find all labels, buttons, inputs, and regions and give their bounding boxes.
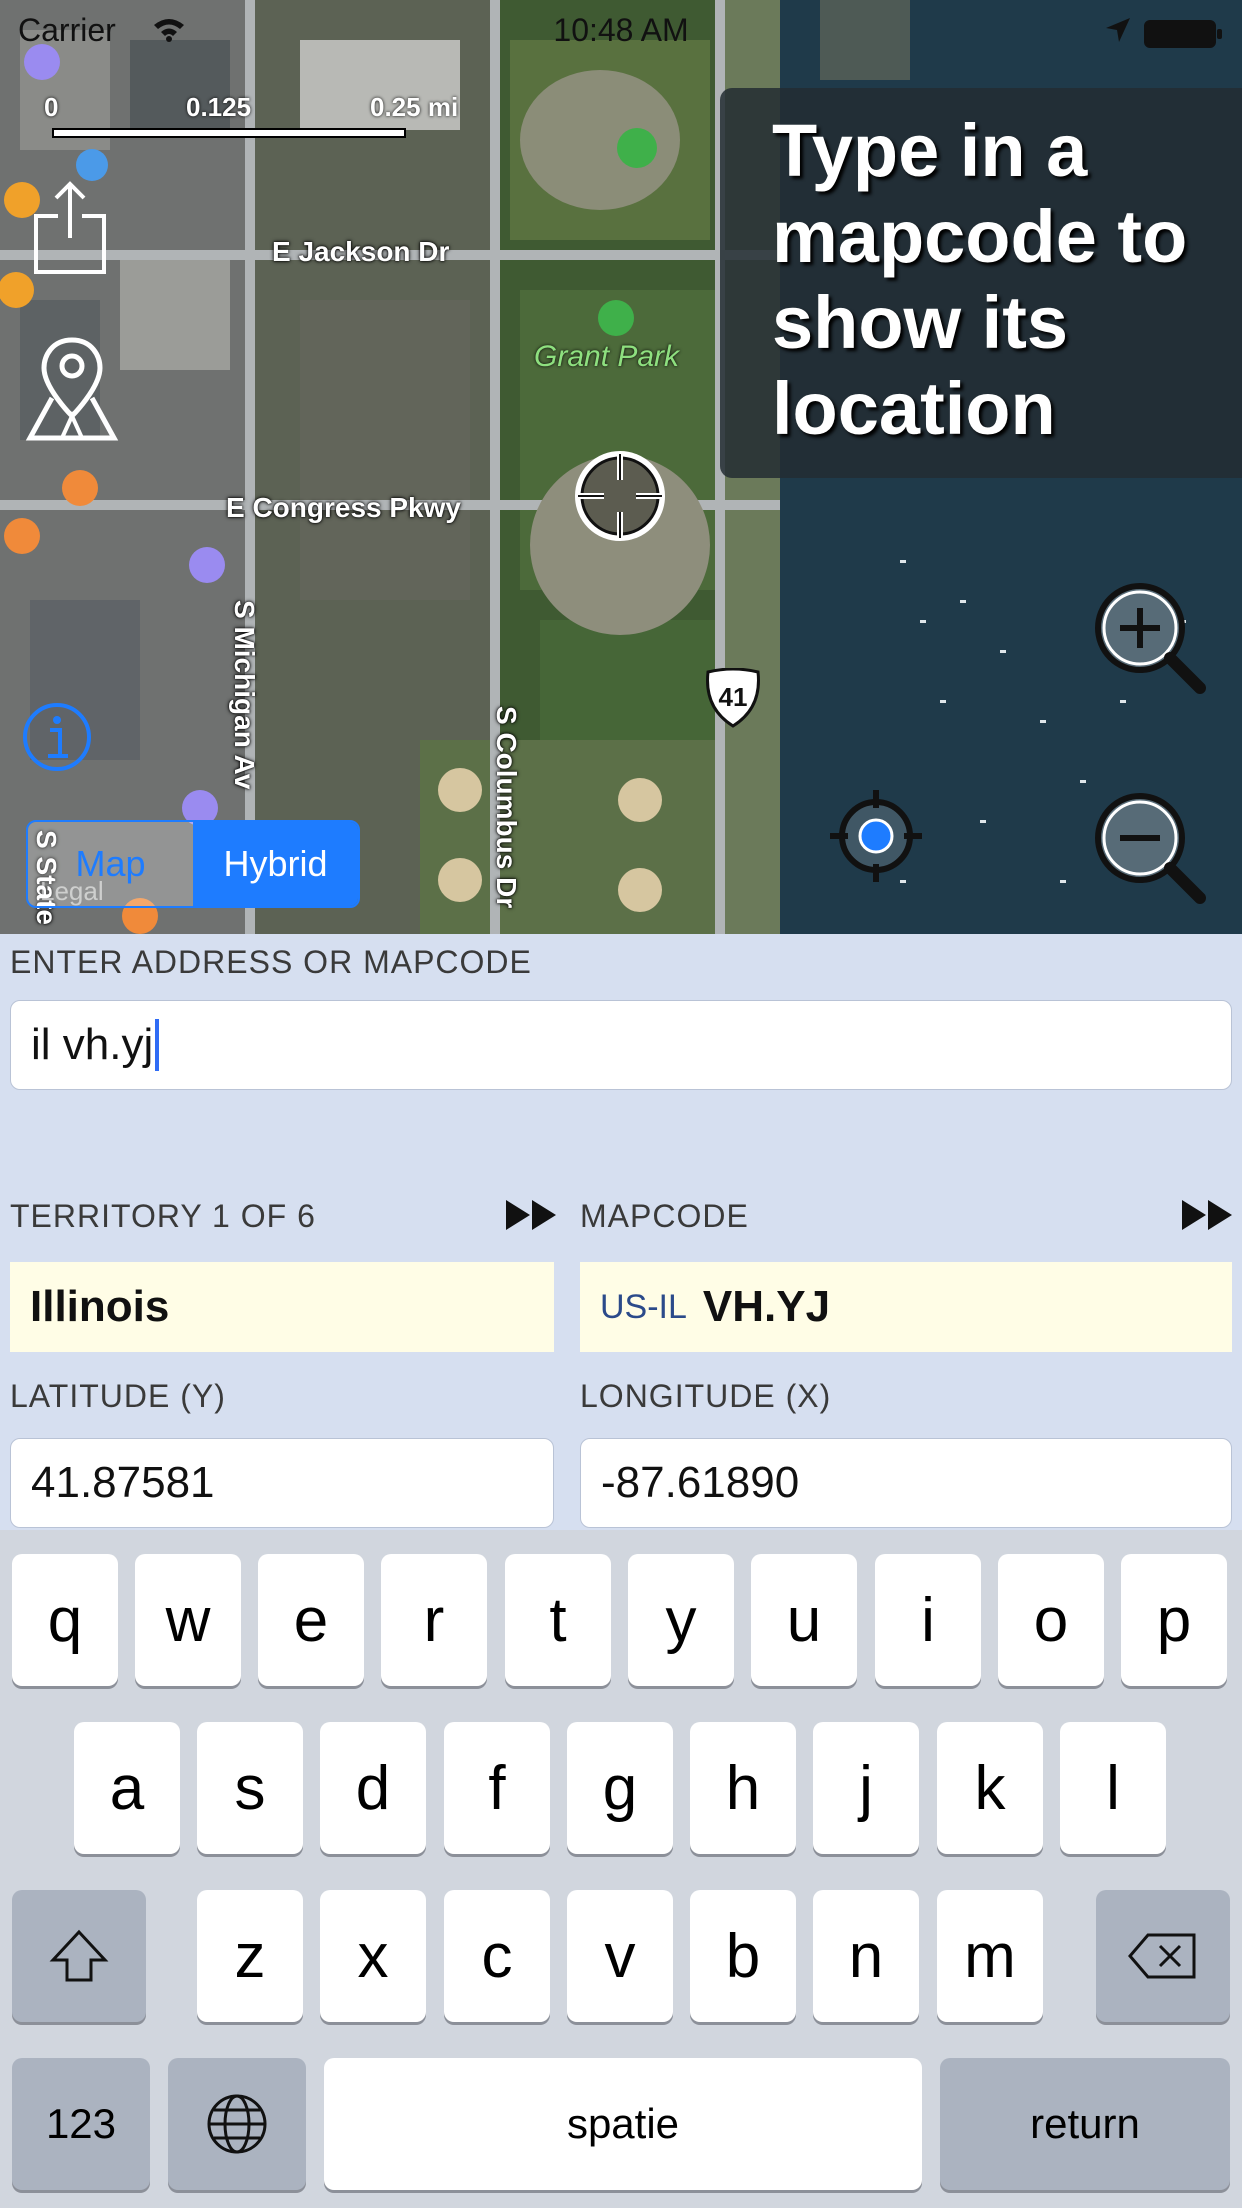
key-n[interactable]: n — [813, 1890, 919, 2022]
key-t[interactable]: t — [505, 1554, 611, 1686]
return-key[interactable]: return — [940, 2058, 1230, 2190]
street-label-jackson: E Jackson Dr — [272, 236, 450, 267]
key-b[interactable]: b — [690, 1890, 796, 2022]
scale-end: 0.25 mi — [370, 92, 459, 122]
globe-key[interactable] — [168, 2058, 306, 2190]
key-e[interactable]: e — [258, 1554, 364, 1686]
key-r[interactable]: r — [381, 1554, 487, 1686]
key-s[interactable]: s — [197, 1722, 303, 1854]
key-w[interactable]: w — [135, 1554, 241, 1686]
mapcode-form: ENTER ADDRESS OR MAPCODE il vh.yj TERRIT… — [0, 934, 1242, 1534]
highway-shield: 41 — [704, 668, 762, 728]
latitude-value: 41.87581 — [31, 1458, 215, 1507]
globe-icon — [207, 2094, 267, 2154]
zoom-in-icon[interactable] — [1088, 576, 1208, 696]
map-view[interactable]: Carrier 10:48 AM 0 0.125 0.25 mi E Jacks… — [0, 0, 1242, 934]
street-label-columbus: S Columbus Dr — [491, 706, 522, 909]
scale-start: 0 — [44, 92, 59, 122]
latitude-label: LATITUDE (Y) — [10, 1378, 226, 1414]
longitude-value: -87.61890 — [601, 1458, 800, 1507]
key-u[interactable]: u — [751, 1554, 857, 1686]
address-label: ENTER ADDRESS OR MAPCODE — [10, 944, 532, 980]
key-m[interactable]: m — [937, 1890, 1043, 2022]
numbers-key[interactable]: 123 — [12, 2058, 150, 2190]
key-z[interactable]: z — [197, 1890, 303, 2022]
key-a[interactable]: a — [74, 1722, 180, 1854]
next-territory-icon[interactable] — [504, 1198, 558, 1232]
backspace-key[interactable] — [1096, 1890, 1230, 2022]
key-h[interactable]: h — [690, 1722, 796, 1854]
shift-icon — [49, 1929, 109, 1982]
key-j[interactable]: j — [813, 1722, 919, 1854]
street-label-michigan: S Michigan Av — [229, 600, 260, 790]
key-f[interactable]: f — [444, 1722, 550, 1854]
battery-icon — [1144, 20, 1222, 48]
map-type-segmented-control[interactable]: Map Hybrid — [26, 820, 360, 908]
territory-label: TERRITORY 1 OF 6 — [10, 1198, 316, 1234]
shift-key[interactable] — [12, 1890, 146, 2022]
next-mapcode-icon[interactable] — [1180, 1198, 1234, 1232]
keyboard: q w e r t y u i o p a s d f g h j k l z … — [0, 1530, 1242, 2208]
park-label: Grant Park — [534, 340, 680, 373]
location-arrow-icon — [1106, 18, 1130, 42]
text-caret — [155, 1019, 160, 1071]
key-l[interactable]: l — [1060, 1722, 1166, 1854]
map-type-map[interactable]: Map — [28, 822, 193, 906]
mapcode-label: MAPCODE — [580, 1198, 749, 1234]
space-key[interactable]: spatie — [324, 2058, 922, 2190]
map-pin-icon[interactable] — [22, 334, 122, 444]
address-input-value: il vh.yj — [31, 1020, 154, 1069]
scale-mid: 0.125 — [186, 92, 252, 122]
key-y[interactable]: y — [628, 1554, 734, 1686]
backspace-icon — [1128, 1933, 1196, 1979]
territory-field[interactable]: Illinois — [10, 1262, 554, 1352]
crosshair-icon — [575, 451, 665, 541]
scale-bar — [52, 128, 406, 138]
key-q[interactable]: q — [12, 1554, 118, 1686]
mapcode-prefix: US-IL — [600, 1287, 687, 1326]
street-label-congress: E Congress Pkwy — [226, 492, 461, 523]
hint-text: Type in a mapcode to show its location — [772, 109, 1188, 450]
status-bar: Carrier 10:48 AM — [0, 8, 1242, 52]
key-i[interactable]: i — [875, 1554, 981, 1686]
zoom-out-icon[interactable] — [1088, 786, 1208, 906]
hint-overlay: Type in a mapcode to show its location — [720, 88, 1242, 478]
key-x[interactable]: x — [320, 1890, 426, 2022]
address-input[interactable]: il vh.yj — [10, 1000, 1232, 1090]
highway-number: 41 — [718, 682, 748, 712]
latitude-input[interactable]: 41.87581 — [10, 1438, 554, 1528]
share-icon[interactable] — [30, 176, 110, 276]
key-p[interactable]: p — [1121, 1554, 1227, 1686]
key-c[interactable]: c — [444, 1890, 550, 2022]
map-type-hybrid[interactable]: Hybrid — [193, 822, 358, 906]
clock: 10:48 AM — [553, 12, 689, 48]
key-k[interactable]: k — [937, 1722, 1043, 1854]
info-icon[interactable] — [20, 700, 94, 774]
mapcode-value: VH.YJ — [702, 1282, 831, 1331]
longitude-input[interactable]: -87.61890 — [580, 1438, 1232, 1528]
longitude-label: LONGITUDE (X) — [580, 1378, 832, 1414]
key-v[interactable]: v — [567, 1890, 673, 2022]
key-d[interactable]: d — [320, 1722, 426, 1854]
key-g[interactable]: g — [567, 1722, 673, 1854]
key-o[interactable]: o — [998, 1554, 1104, 1686]
territory-value: Illinois — [30, 1282, 170, 1331]
mapcode-field[interactable]: US-IL VH.YJ — [580, 1262, 1232, 1352]
current-location-icon[interactable] — [828, 788, 924, 884]
